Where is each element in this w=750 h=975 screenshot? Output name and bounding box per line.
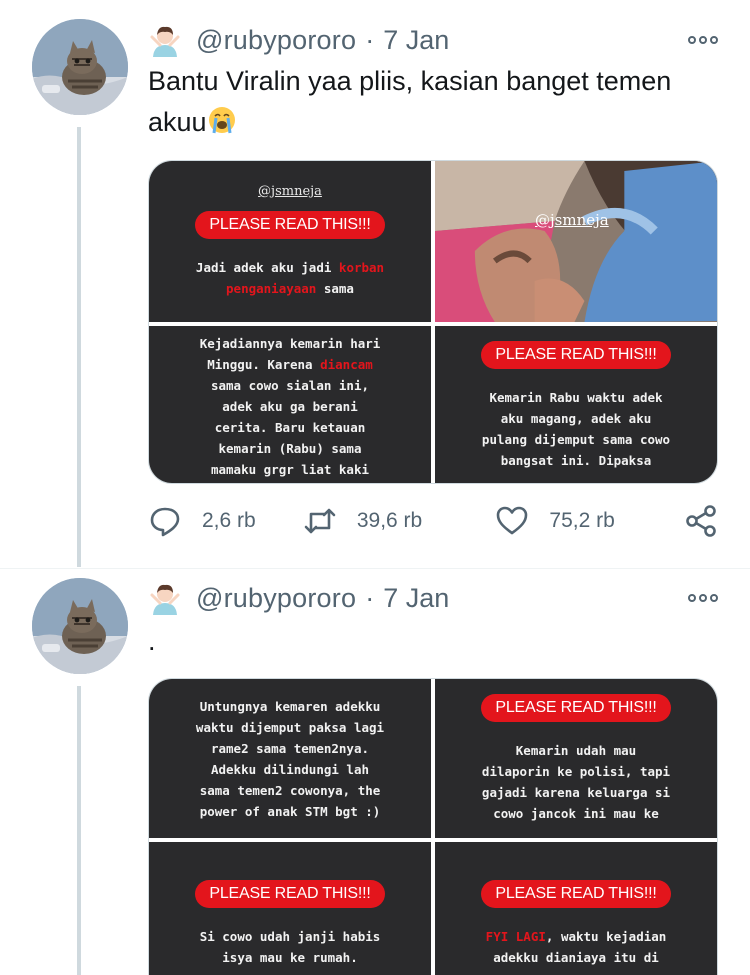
caption-highlight: diancam bbox=[320, 356, 373, 372]
caption-highlight: korban bbox=[338, 260, 385, 275]
caption-text: sama bbox=[316, 281, 354, 296]
caption-text: adekku dianiaya itu di bbox=[493, 950, 659, 965]
caption-text: aku magang, adek aku bbox=[500, 411, 652, 426]
caption-text: cerita. Baru ketauan bbox=[214, 419, 366, 435]
retweet-button[interactable]: 39,6 rb bbox=[303, 504, 496, 538]
media-image-story[interactable]: Untungnya kemaren adekku waktu dijemput … bbox=[149, 679, 431, 838]
tweet-header: @rubypororo · 7 Jan bbox=[148, 22, 449, 58]
image-caption: FYI LAGI, waktu kejadian adekku dianiaya… bbox=[486, 926, 667, 968]
person-emoji-icon bbox=[150, 26, 180, 57]
like-icon bbox=[497, 506, 528, 535]
share-icon bbox=[686, 505, 716, 537]
reply-count: 2,6 rb bbox=[202, 509, 256, 532]
like-button[interactable]: 75,2 rb bbox=[495, 504, 684, 538]
tweet-actions: 2,6 rb 39,6 rb 75,2 rb bbox=[148, 501, 718, 541]
media-grid[interactable]: @jsmneja PLEASE READ THIS!!! Jadi adek a… bbox=[148, 160, 718, 484]
tweet-text-line: akuu bbox=[148, 102, 728, 143]
caption-text: pulang dijemput sama cowo bbox=[481, 432, 671, 447]
more-icon[interactable] bbox=[688, 22, 718, 58]
retweet-count: 39,6 rb bbox=[356, 509, 423, 532]
tweet[interactable]: @rubypororo · 7 Jan Bantu Viralin yaa pl… bbox=[0, 0, 750, 560]
caption-highlight: FYI LAGI bbox=[485, 929, 546, 944]
tweet-text-line-2: akuu bbox=[148, 107, 207, 137]
avatar[interactable] bbox=[32, 19, 128, 115]
caption-text: rame2 sama temen2nya. bbox=[210, 740, 370, 756]
caption-text: bangsat ini. Dipaksa bbox=[500, 453, 652, 468]
reply-button[interactable]: 2,6 rb bbox=[148, 504, 303, 538]
watermark-text: @jsmneja bbox=[258, 184, 322, 199]
media-grid[interactable]: Untungnya kemaren adekku waktu dijemput … bbox=[148, 678, 718, 975]
media-image-please-read[interactable]: PLEASE READ THIS!!! Kemarin udah mau dil… bbox=[435, 679, 717, 838]
media-photo-injury[interactable]: @jsmneja bbox=[435, 161, 717, 322]
caption-text: Kemarin udah mau bbox=[515, 742, 637, 758]
tweet-text-line: Bantu Viralin yaa pliis, kasian banget t… bbox=[148, 66, 672, 96]
avatar[interactable] bbox=[32, 578, 128, 674]
image-caption: Kemarin udah mau dilaporin ke polisi, ta… bbox=[482, 740, 670, 824]
person-emoji-icon bbox=[150, 584, 180, 615]
tweet-date[interactable]: 7 Jan bbox=[383, 25, 449, 56]
cat-avatar-image bbox=[32, 578, 128, 674]
caption-text: mamaku grgr liat kaki bbox=[210, 461, 370, 477]
injury-photo bbox=[435, 161, 717, 322]
tweet[interactable]: @rubypororo · 7 Jan . Untungnya kemaren … bbox=[0, 569, 750, 975]
reply-icon bbox=[150, 507, 180, 537]
like-count: 75,2 rb bbox=[549, 509, 615, 532]
share-button[interactable] bbox=[684, 504, 718, 538]
separator-dot: · bbox=[365, 24, 375, 55]
caption-text: , waktu kejadian bbox=[545, 929, 667, 944]
caption-text: adek aku ga berani bbox=[222, 398, 358, 414]
caption-text: Minggu. Karena bbox=[207, 356, 321, 372]
caption-text: Kejadiannya kemarin hari bbox=[199, 335, 381, 351]
please-read-pill: PLEASE READ THIS!!! bbox=[481, 341, 671, 369]
caption-text: power of anak STM bgt :) bbox=[199, 803, 381, 819]
tweet-date[interactable]: 7 Jan bbox=[383, 583, 449, 614]
image-caption: Si cowo udah janji habis isya mau ke rum… bbox=[200, 926, 381, 968]
caption-text: Adekku dilindungi lah bbox=[210, 761, 370, 777]
separator-dot: · bbox=[365, 582, 375, 613]
caption-text: kemarin (Rabu) sama bbox=[218, 440, 362, 456]
caption-text: Si cowo udah janji habis bbox=[199, 929, 381, 944]
image-caption: Untungnya kemaren adekku waktu dijemput … bbox=[196, 696, 384, 822]
please-read-pill: PLEASE READ THIS!!! bbox=[195, 211, 385, 239]
media-image-please-read[interactable]: PLEASE READ THIS!!! Kemarin Rabu waktu a… bbox=[435, 326, 717, 483]
media-image-story[interactable]: Kejadiannya kemarin hari Minggu. Karena … bbox=[149, 326, 431, 483]
image-caption: Kemarin Rabu waktu adek aku magang, adek… bbox=[482, 387, 670, 471]
user-handle[interactable]: @rubypororo bbox=[196, 583, 356, 614]
retweet-icon bbox=[304, 508, 336, 534]
media-image-please-read[interactable]: @jsmneja PLEASE READ THIS!!! Jadi adek a… bbox=[149, 161, 431, 322]
watermark-text: @jsmneja bbox=[535, 211, 609, 229]
tweet-text: . bbox=[148, 626, 156, 656]
please-read-pill: PLEASE READ THIS!!! bbox=[195, 880, 385, 908]
caption-highlight: penganiayaan bbox=[226, 281, 317, 296]
image-caption: Jadi adek aku jadi korban penganiayaan s… bbox=[196, 257, 384, 299]
please-read-pill: PLEASE READ THIS!!! bbox=[481, 693, 671, 722]
cat-avatar-image bbox=[32, 19, 128, 115]
caption-text: sama temen2 cowonya, the bbox=[199, 782, 381, 798]
caption-text: isya mau ke rumah. bbox=[222, 950, 358, 965]
caption-text: gajadi karena keluarga si bbox=[481, 784, 671, 800]
caption-text: Jadi adek aku jadi bbox=[195, 260, 339, 275]
loudly-crying-emoji-icon bbox=[208, 107, 235, 134]
media-image-please-read[interactable]: PLEASE READ THIS!!! FYI LAGI, waktu keja… bbox=[435, 842, 717, 975]
tweet-header: @rubypororo · 7 Jan bbox=[148, 580, 449, 616]
media-image-please-read[interactable]: PLEASE READ THIS!!! Si cowo udah janji h… bbox=[149, 842, 431, 975]
caption-text: dilaporin ke polisi, tapi bbox=[481, 763, 671, 779]
caption-text: cowo jancok ini mau ke bbox=[493, 805, 659, 821]
please-read-pill: PLEASE READ THIS!!! bbox=[481, 880, 671, 908]
user-handle[interactable]: @rubypororo bbox=[196, 25, 356, 56]
caption-text: waktu dijemput paksa lagi bbox=[195, 719, 385, 735]
tweet-text: Bantu Viralin yaa pliis, kasian banget t… bbox=[148, 61, 728, 143]
more-icon[interactable] bbox=[688, 580, 718, 616]
image-caption: Kejadiannya kemarin hari Minggu. Karena … bbox=[200, 333, 381, 480]
caption-text: Kemarin Rabu waktu adek bbox=[489, 390, 663, 405]
caption-text: sama cowo sialan ini, bbox=[210, 377, 370, 393]
caption-text: Untungnya kemaren adekku bbox=[199, 698, 381, 714]
